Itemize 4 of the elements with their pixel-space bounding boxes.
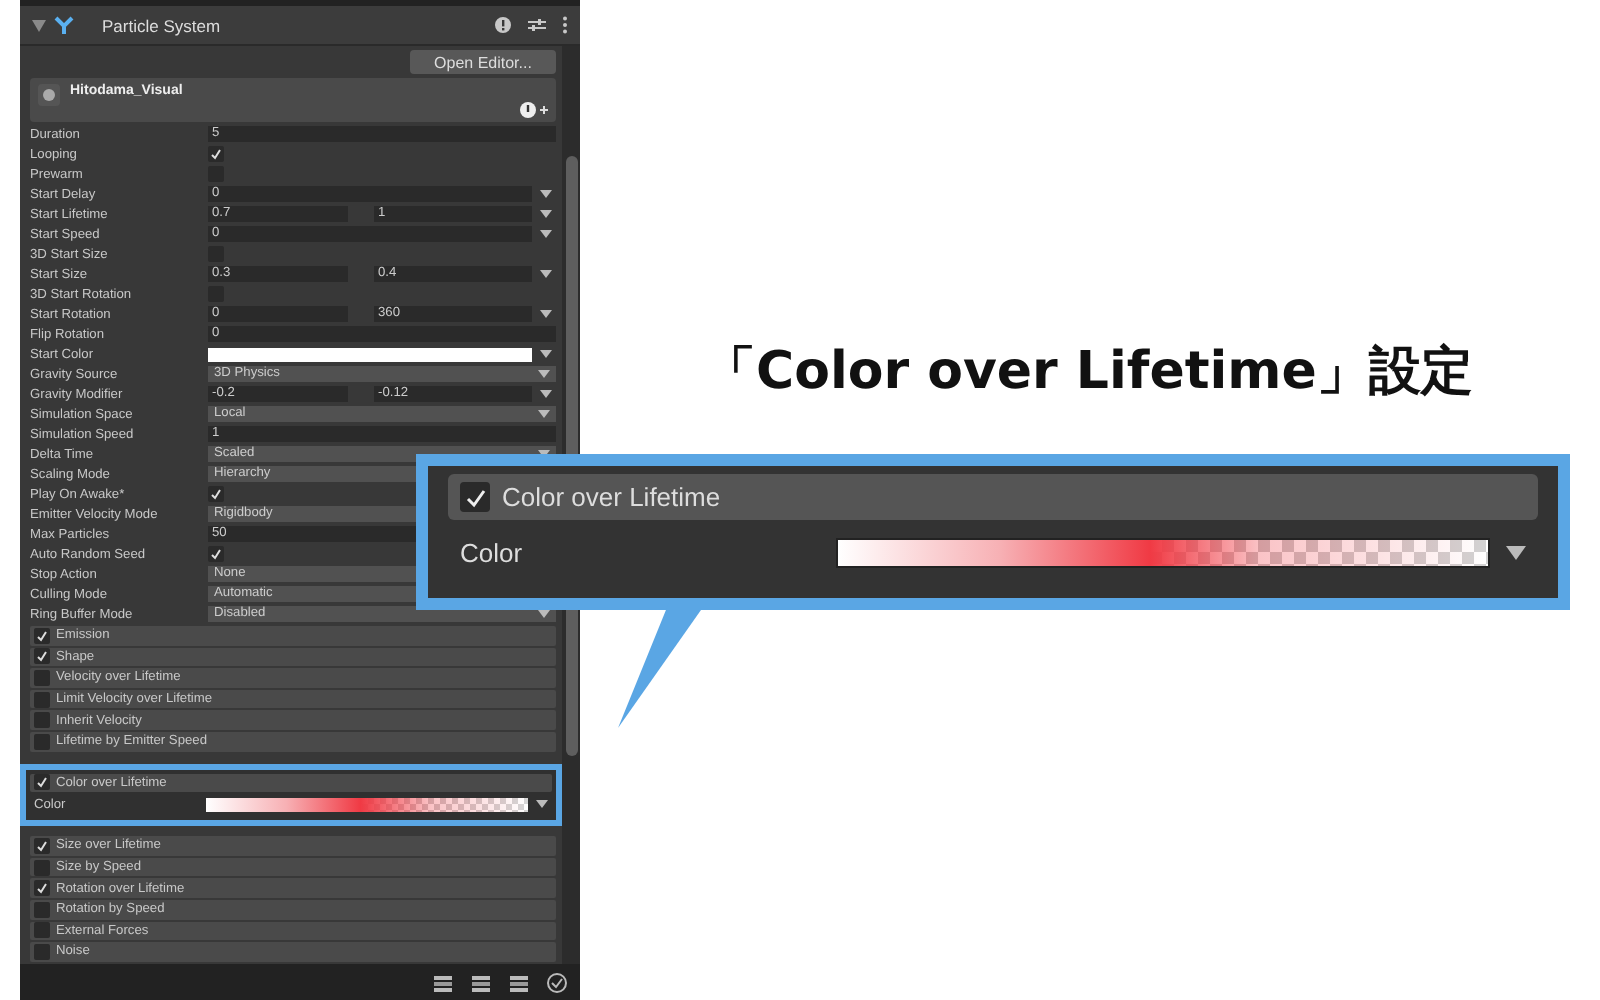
annotation-heading: 「Color over Lifetime」設定 [704, 340, 1473, 406]
module-label: Color over Lifetime [502, 482, 721, 512]
property-label: Color [460, 537, 525, 567]
component-title: Particle System [102, 15, 223, 35]
